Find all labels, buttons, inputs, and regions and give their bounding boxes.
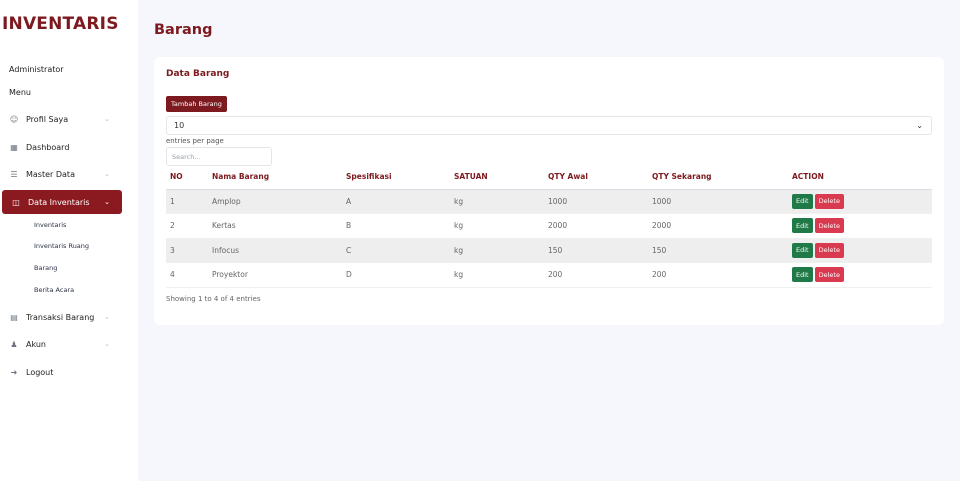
chevron-down-icon: ⌄ [104,313,110,321]
table-row: 1 Amplop A kg 1000 1000 Edit Delete [166,189,932,214]
cell-qty-sekarang: 150 [652,245,667,255]
nav-master-data-label: Master Data [26,169,75,179]
cell-nama-barang: Infocus [212,245,239,255]
cell-no: 2 [170,221,175,231]
delete-button[interactable]: Delete [814,267,844,283]
nav-akun-label: Akun [26,339,46,349]
cell-spesifikasi: B [346,221,352,231]
entries-per-page-label: entries per page [166,137,224,145]
person-icon: ♟ [10,339,18,349]
cell-action: Edit Delete [792,214,932,239]
barang-table: NO Nama Barang Spesifikasi SATUAN QTY Aw… [166,165,932,288]
page-title: Barang [154,22,213,38]
sub-nav-barang[interactable]: Barang [34,264,57,272]
cell-qty-sekarang: 200 [652,270,667,280]
cell-satuan: kg [454,196,464,206]
cell-no: 1 [170,196,175,206]
cell-no: 4 [170,270,175,280]
cell-satuan: kg [454,221,464,231]
cell-qty-awal: 2000 [548,221,568,231]
delete-button[interactable]: Delete [814,218,844,234]
clipboard-icon: ▤ [10,312,18,322]
chevron-down-icon: ⌄ [104,198,110,206]
cell-nama-barang: Kertas [212,221,236,231]
cell-no: 3 [170,245,175,255]
nav-logout-label: Logout [26,367,54,377]
user-role-label: Administrator [9,65,64,74]
cell-nama-barang: Proyektor [212,270,248,280]
data-barang-card: Data Barang Tambah Barang 10 ⌄ entries p… [154,57,944,325]
delete-button[interactable]: Delete [814,242,844,258]
cell-spesifikasi: C [346,245,352,255]
tambah-barang-button[interactable]: Tambah Barang [166,96,227,112]
cell-action: Edit Delete [792,263,932,288]
table-row: 3 Infocus C kg 150 150 Edit Delete [166,238,932,263]
nav-transaksi-barang-label: Transaksi Barang [26,312,95,322]
grid-icon: ▦ [10,142,18,152]
entries-per-page-select[interactable]: 10 ⌄ [166,116,932,135]
nav-profil-saya-label: Profil Saya [26,114,69,124]
nav-transaksi-barang[interactable]: ▤ Transaksi Barang ⌄ [0,305,122,329]
database-icon: ☰ [10,169,18,179]
edit-button[interactable]: Edit [792,193,813,209]
sub-nav-berita-acara[interactable]: Berita Acara [34,286,74,294]
chevron-down-icon: ⌄ [916,121,923,130]
brand-logo: INVENTARIS [2,14,119,34]
card-title: Data Barang [166,69,230,79]
nav-profil-saya[interactable]: ☺ Profil Saya ⌄ [0,107,122,131]
sub-nav-inventaris-ruang[interactable]: Inventaris Ruang [34,242,89,250]
nav-dashboard-label: Dashboard [26,142,70,152]
nav-data-inventaris[interactable]: ◫ Data Inventaris ⌄ [2,190,122,214]
cell-qty-awal: 1000 [548,196,568,206]
cell-qty-sekarang: 1000 [652,196,672,206]
user-circle-icon: ☺ [9,114,19,124]
nav-dashboard[interactable]: ▦ Dashboard [0,135,122,159]
column-header-spesifikasi[interactable]: Spesifikasi [346,165,454,190]
edit-button[interactable]: Edit [792,242,813,258]
cell-satuan: kg [454,270,464,280]
cell-qty-awal: 150 [548,245,563,255]
chevron-down-icon: ⌄ [104,340,110,348]
cell-action: Edit Delete [792,238,932,263]
delete-button[interactable]: Delete [814,193,844,209]
nav-logout[interactable]: ➜ Logout [0,360,122,384]
logout-icon: ➜ [10,367,18,377]
book-icon: ◫ [12,197,20,207]
nav-master-data[interactable]: ☰ Master Data ⌄ [0,162,122,186]
table-row: 4 Proyektor D kg 200 200 Edit Delete [166,263,932,288]
cell-qty-sekarang: 2000 [652,221,672,231]
search-input[interactable] [166,147,272,166]
sidebar: INVENTARIS Administrator Menu ☺ Profil S… [0,0,138,481]
column-header-qty-sekarang[interactable]: QTY Sekarang [652,165,792,190]
cell-spesifikasi: D [346,270,352,280]
column-header-qty-awal[interactable]: QTY Awal [548,165,652,190]
table-row: 2 Kertas B kg 2000 2000 Edit Delete [166,214,932,239]
entries-value: 10 [174,121,185,130]
cell-action: Edit Delete [792,189,932,214]
chevron-down-icon: ⌄ [104,115,110,123]
chevron-down-icon: ⌄ [104,170,110,178]
menu-heading: Menu [9,88,31,97]
nav-data-inventaris-label: Data Inventaris [28,197,90,207]
nav-akun[interactable]: ♟ Akun ⌄ [0,332,122,356]
column-header-nama-barang[interactable]: Nama Barang [212,165,346,190]
sub-nav-inventaris[interactable]: Inventaris [34,221,66,229]
table-header-row: NO Nama Barang Spesifikasi SATUAN QTY Aw… [166,165,932,190]
column-header-satuan[interactable]: SATUAN [454,165,548,190]
cell-nama-barang: Amplop [212,196,241,206]
edit-button[interactable]: Edit [792,267,813,283]
cell-qty-awal: 200 [548,270,563,280]
edit-button[interactable]: Edit [792,218,813,234]
column-header-no[interactable]: NO [166,165,212,190]
cell-spesifikasi: A [346,196,352,206]
column-header-action: ACTION [792,165,932,190]
pagination-info: Showing 1 to 4 of 4 entries [166,295,261,303]
cell-satuan: kg [454,245,464,255]
